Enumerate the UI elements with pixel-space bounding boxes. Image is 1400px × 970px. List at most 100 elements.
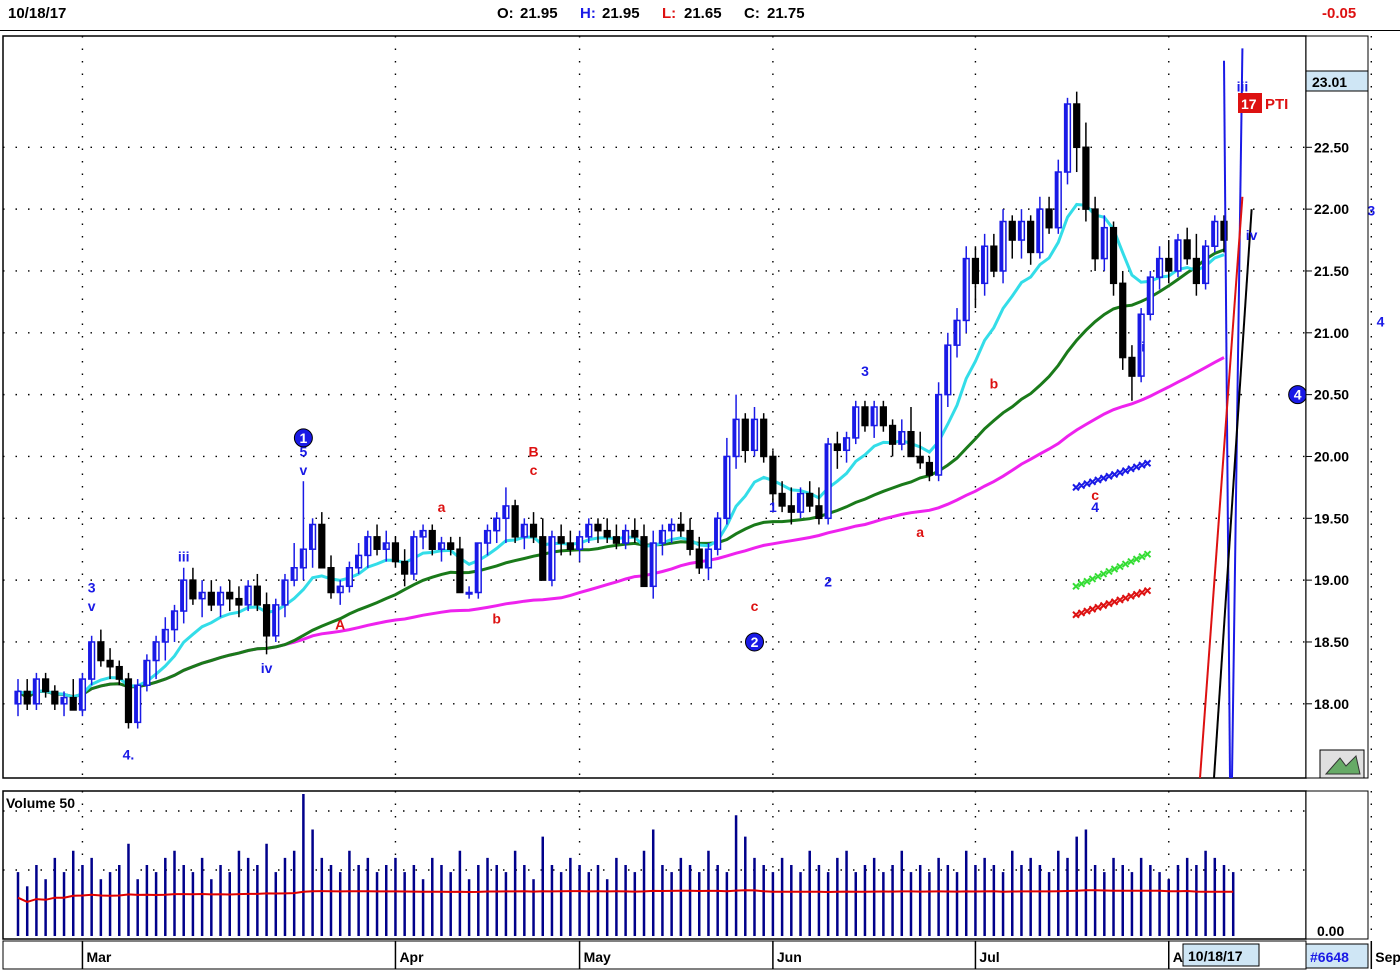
candle-body xyxy=(686,529,694,550)
candle-fill xyxy=(981,246,985,284)
candle-fill xyxy=(309,524,313,550)
candle-fill xyxy=(217,592,221,605)
candle-fill xyxy=(475,543,479,593)
candle-body xyxy=(226,591,234,600)
candlestick xyxy=(272,598,280,642)
wave-circle-marker: 2 xyxy=(744,632,764,652)
candlestick xyxy=(1063,97,1072,185)
wave-label: 3 xyxy=(1367,202,1375,218)
wave-circle-label: 2 xyxy=(751,634,759,650)
candle-fill xyxy=(282,580,286,605)
candlestick xyxy=(410,530,418,581)
candle-fill xyxy=(898,431,903,445)
candlestick xyxy=(548,530,556,587)
wave-label: A xyxy=(335,617,345,633)
candle-body xyxy=(907,430,915,458)
wave-label: iii xyxy=(178,549,190,565)
candle-fill xyxy=(650,543,654,587)
wave-circle-marker: 4 xyxy=(1288,385,1308,405)
candle-body xyxy=(879,406,887,427)
wave-label: v xyxy=(88,598,96,614)
candle-fill xyxy=(935,394,939,476)
candle-fill xyxy=(668,524,672,531)
candle-body xyxy=(566,542,574,550)
candle-body xyxy=(511,505,519,538)
candle-fill xyxy=(1000,221,1004,271)
candle-body xyxy=(861,406,869,427)
wave-circle-label: 4 xyxy=(1294,387,1302,403)
candle-body xyxy=(318,523,326,569)
candle-body xyxy=(1008,220,1016,241)
wave-label: iv xyxy=(261,660,273,676)
candle-fill xyxy=(199,592,203,599)
candle-fill xyxy=(843,437,847,451)
price-tick-label: 19.00 xyxy=(1314,572,1349,588)
candle-body xyxy=(42,678,50,693)
chart-canvas[interactable]: 3v4.iiiiv5vAabBcc123abc4iiiiiiv2345124 1… xyxy=(0,0,1400,970)
candlestick xyxy=(962,246,970,333)
candle-body xyxy=(401,560,409,575)
candle-fill xyxy=(797,493,801,513)
candle-fill xyxy=(724,456,728,519)
candle-fill xyxy=(1202,246,1206,284)
price-tick-label: 20.00 xyxy=(1314,448,1349,464)
candle-body xyxy=(1027,220,1035,254)
candle-fill xyxy=(153,641,157,661)
candlestick xyxy=(78,672,87,717)
price-panel[interactable]: 3v4.iiiiv5vAabBcc123abc4iiiiiiv2345124 xyxy=(2,35,1400,779)
price-tick-label: 20.50 xyxy=(1314,387,1349,403)
month-label: Jul xyxy=(979,949,999,965)
volume-panel[interactable]: Volume 50 0.00 xyxy=(2,790,1400,940)
volume-axis-label: 0.00 xyxy=(1317,923,1344,939)
date-axis: MarAprMayJunJulAugSepOct 10/18/17 #6648 xyxy=(2,940,1400,970)
candle-fill xyxy=(337,586,341,593)
scroll-grip-icon[interactable] xyxy=(1319,749,1365,779)
candle-body xyxy=(1165,257,1173,272)
candlestick xyxy=(760,413,768,463)
candlestick xyxy=(124,672,133,729)
candle-fill xyxy=(871,407,875,426)
candle-body xyxy=(51,690,59,705)
candle-fill xyxy=(1055,172,1059,228)
candle-fill xyxy=(162,629,166,642)
record-number: #6648 xyxy=(1310,949,1349,965)
candlestick xyxy=(88,635,96,686)
candle-fill xyxy=(503,505,507,519)
candle-body xyxy=(1082,146,1090,210)
candle-fill xyxy=(1018,221,1022,241)
candle-fill xyxy=(61,697,65,704)
price-tick-label: 22.50 xyxy=(1314,139,1349,155)
candle-body xyxy=(447,542,455,550)
candle-body xyxy=(189,579,197,600)
wave-label: b xyxy=(492,610,501,626)
candle-fill xyxy=(493,518,498,531)
candle-body xyxy=(741,418,749,452)
candle-fill xyxy=(411,536,415,574)
candle-fill xyxy=(33,679,37,704)
candle-body xyxy=(631,529,639,538)
candle-body xyxy=(1091,208,1099,260)
candle-fill xyxy=(549,536,553,581)
candle-body xyxy=(778,492,786,507)
candle-fill xyxy=(585,524,590,537)
candle-fill xyxy=(420,530,424,537)
candle-fill xyxy=(659,530,663,544)
candle-body xyxy=(769,455,777,495)
candle-fill xyxy=(852,407,857,438)
candle-body xyxy=(1073,103,1081,149)
price-tick-label: 21.00 xyxy=(1314,325,1349,341)
candle-body xyxy=(124,678,133,724)
wave-label: ii xyxy=(1137,338,1145,354)
candle-body xyxy=(603,529,611,538)
badge-number: 17 xyxy=(1241,96,1257,112)
candle-fill xyxy=(79,679,83,710)
candle-body xyxy=(594,523,602,532)
candle-fill xyxy=(1101,227,1105,259)
candlestick xyxy=(852,400,860,445)
candle-body xyxy=(235,597,243,606)
candle-body xyxy=(677,523,685,532)
month-label: Apr xyxy=(399,949,424,965)
candle-fill xyxy=(1156,258,1160,278)
candle-body xyxy=(1119,282,1127,359)
candle-body xyxy=(262,604,271,637)
